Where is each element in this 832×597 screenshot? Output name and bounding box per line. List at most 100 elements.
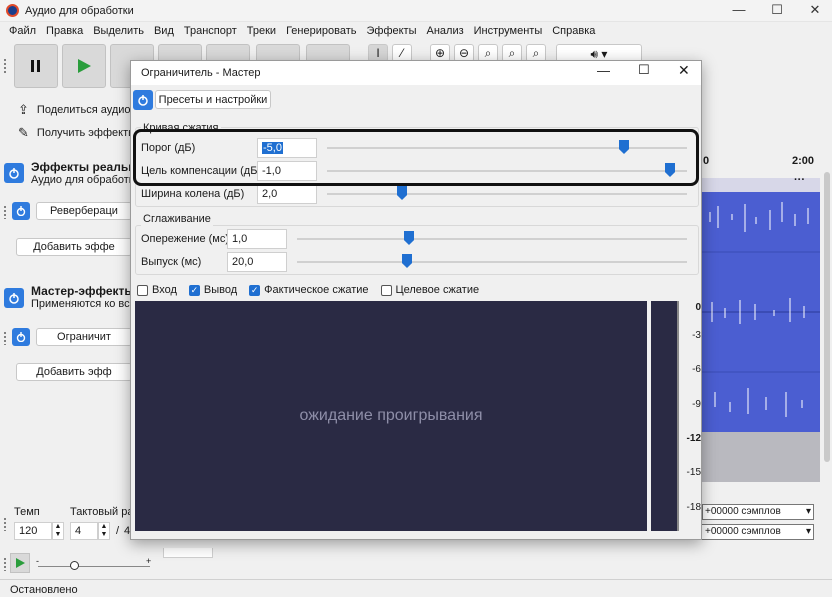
pause-icon	[31, 60, 40, 72]
menu-effects[interactable]: Эффекты	[361, 22, 421, 40]
tempo-grip[interactable]	[3, 517, 7, 531]
get-effects-button[interactable]: ✎ Получить эффекты	[12, 123, 136, 143]
master-effects-subtitle: Применяются ко все	[31, 298, 136, 310]
time-signature-label: Тактовый ра	[70, 506, 134, 518]
menu-help[interactable]: Справка	[547, 22, 600, 40]
share-audio-button[interactable]: ⇪ Поделиться аудио	[12, 100, 132, 120]
input-checkbox[interactable]	[137, 284, 148, 296]
share-icon: ⇪	[18, 102, 29, 117]
release-input[interactable]: 20,0	[227, 252, 287, 272]
meter-spinner[interactable]: ▲ ▼	[98, 522, 110, 540]
realtime-power-icon[interactable]	[4, 163, 24, 183]
level-meter	[651, 301, 677, 531]
timeline-ruler[interactable]: 0 2:00	[700, 150, 820, 172]
vertical-scrollbar[interactable]	[824, 172, 830, 462]
db-tick-9: -9	[692, 399, 701, 410]
output-checkbox-label: Вывод	[203, 284, 238, 296]
presets-button[interactable]: Пресеты и настройки	[155, 90, 271, 109]
release-slider[interactable]	[297, 261, 687, 263]
knee-input[interactable]: 2,0	[257, 184, 317, 204]
actual-compression-label: Фактическое сжатие	[264, 284, 369, 296]
db-tick-0: 0	[695, 302, 701, 313]
target-compression-label: Целевое сжатие	[395, 284, 480, 296]
menu-analyze[interactable]: Анализ	[422, 22, 469, 40]
timeline-mark-2min: 2:00	[792, 155, 815, 167]
waveform-area[interactable]	[700, 192, 820, 432]
limiter-effect-button[interactable]: Ограничит	[36, 328, 132, 346]
menu-transport[interactable]: Транспорт	[179, 22, 242, 40]
menu-tools[interactable]: Инструменты	[469, 22, 548, 40]
target-compression-checkbox[interactable]	[380, 284, 392, 296]
meter-scale: 0 -3 -6 -9 -12 -15 -18	[677, 301, 701, 531]
lookahead-input[interactable]: 1,0	[227, 229, 287, 249]
db-tick-12: -12	[686, 433, 701, 444]
selection-start-readout[interactable]: +00000 сэмплов ▾	[702, 504, 814, 520]
play-button[interactable]	[62, 44, 106, 88]
db-tick-15: -15	[686, 467, 701, 478]
compression-graph: ожидание проигрывания	[135, 301, 647, 531]
tempo-spinner[interactable]: ▲ ▼	[52, 522, 64, 540]
effect-grip[interactable]	[3, 205, 7, 219]
waveform	[700, 202, 820, 417]
dialog-power-icon[interactable]	[133, 90, 153, 110]
speed-slider[interactable]: - +	[36, 556, 154, 574]
menu-edit[interactable]: Правка	[41, 22, 88, 40]
meter-slash: /	[116, 525, 120, 537]
knee-slider[interactable]	[327, 193, 687, 195]
speed-field-remnant	[163, 548, 213, 558]
add-effect-button-1[interactable]: Добавить эффе	[16, 238, 132, 256]
dialog-maximize-button[interactable]: ☐	[638, 62, 650, 78]
menu-file[interactable]: Файл	[4, 22, 41, 40]
tempo-input[interactable]: 120	[14, 522, 52, 540]
reverb-effect-button[interactable]: Ревербераци	[36, 202, 132, 220]
pause-button[interactable]	[14, 44, 58, 88]
meter-numerator-input[interactable]: 4	[70, 522, 98, 540]
master-power-icon[interactable]	[4, 288, 24, 308]
db-tick-6: -6	[692, 364, 701, 375]
menu-bar: Файл Правка Выделить Вид Транспорт Треки…	[0, 22, 832, 40]
release-label: Выпуск (мс)	[141, 256, 202, 268]
play-at-speed-button[interactable]	[10, 553, 30, 573]
status-bar: Остановлено	[0, 579, 832, 597]
limiter-dialog: Ограничитель - Мастер — ☐ ✕ Пресеты и на…	[130, 60, 702, 540]
track-header-strip: ···	[700, 174, 820, 192]
menu-view[interactable]: Вид	[149, 22, 179, 40]
output-checkbox[interactable]: ✓	[188, 284, 200, 296]
knee-label: Ширина колена (дБ)	[141, 188, 245, 200]
add-effect-button-2[interactable]: Добавить эфф	[16, 363, 132, 381]
input-checkbox-label: Вход	[152, 284, 177, 296]
timeline-mark-0: 0	[703, 155, 710, 167]
track-menu-icon[interactable]: ···	[794, 174, 805, 186]
realtime-effects-subtitle: Аудио для обработки	[31, 174, 140, 186]
title-bar: Аудио для обработки — ☐ ✕	[0, 0, 832, 22]
plug-icon: ✎	[18, 125, 29, 140]
menu-tracks[interactable]: Треки	[242, 22, 281, 40]
dialog-close-button[interactable]: ✕	[678, 62, 690, 79]
close-button[interactable]: ✕	[792, 0, 832, 22]
dialog-title-bar: Ограничитель - Мастер — ☐ ✕	[131, 61, 701, 85]
lookahead-slider[interactable]	[297, 238, 687, 240]
dialog-minimize-button[interactable]: —	[597, 63, 610, 78]
actual-compression-checkbox[interactable]: ✓	[249, 284, 261, 296]
play-icon	[78, 59, 91, 73]
master-effects-title: Мастер-эффекты	[31, 284, 135, 298]
tempo-label: Темп	[14, 506, 40, 518]
track-empty-area	[700, 432, 820, 482]
toolbar-grip[interactable]	[3, 58, 7, 74]
menu-select[interactable]: Выделить	[88, 22, 149, 40]
db-tick-18: -18	[686, 502, 701, 513]
speed-slider-thumb[interactable]	[70, 561, 79, 570]
reverb-power-icon[interactable]	[12, 202, 30, 220]
waiting-text: ожидание проигрывания	[299, 407, 483, 424]
smoothing-group-label: Сглаживание	[141, 212, 213, 226]
play-at-speed-grip[interactable]	[3, 557, 7, 571]
limiter-power-icon[interactable]	[12, 328, 30, 346]
highlight-annotation	[133, 129, 699, 186]
app-icon	[6, 4, 19, 17]
status-text: Остановлено	[10, 584, 78, 596]
master-effect-grip[interactable]	[3, 331, 7, 345]
db-tick-3: -3	[692, 330, 701, 341]
menu-generate[interactable]: Генерировать	[281, 22, 361, 40]
checkbox-row: Вход ✓ Вывод ✓ Фактическое сжатие Целево…	[137, 283, 479, 297]
window-title: Аудио для обработки	[25, 5, 134, 17]
